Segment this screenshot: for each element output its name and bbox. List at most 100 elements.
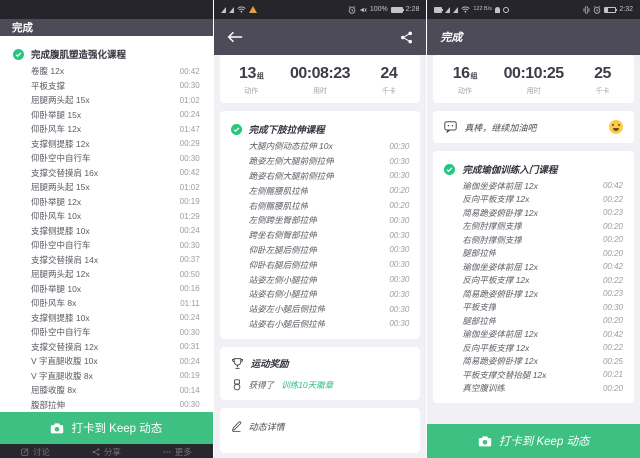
- course-card: 完成瑜伽训练入门课程 瑜伽坐姿体前屈 12x 00:42 反向平板支撑 12x …: [433, 151, 635, 403]
- exercise-row: 仰卧左腿后侧拉伸 00:30: [231, 243, 410, 258]
- exercise-duration: 01:02: [179, 95, 200, 105]
- exercise-duration: 00:22: [602, 275, 624, 285]
- checkin-button[interactable]: 打卡到 Keep 动态: [0, 412, 213, 444]
- medal-icon: [232, 379, 242, 391]
- statusbar: [0, 0, 213, 19]
- exercise-row: 支撑交替摸肩 16x 00:42: [13, 166, 200, 181]
- exercise-row: 平板支撑 00:30: [13, 79, 200, 94]
- exercise-name: 仰卧风车 12x: [31, 124, 82, 135]
- stat-label: 用时: [526, 87, 541, 95]
- exercise-name: 跪姿左侧大腿前侧拉伸: [248, 156, 334, 167]
- course-header: 完成下肢拉伸课程: [230, 119, 410, 139]
- exercise-name: 瑜伽坐姿体前屈 12x: [462, 180, 538, 191]
- exercise-duration: 01:47: [179, 124, 200, 134]
- exercise-duration: 00:20: [602, 383, 624, 393]
- exercise-row: 腿部拉伸 00:20: [444, 247, 623, 261]
- post-details-card[interactable]: 动态详情: [219, 408, 421, 454]
- exercise-name: 右侧髂腰肌拉伸: [248, 200, 309, 211]
- stat-value: 16: [452, 64, 470, 82]
- battery-percent: 100%: [369, 6, 388, 13]
- coach-comment-card: 真棒，继续加油吧: [433, 111, 635, 143]
- exercise-row: 跨坐右侧臀部拉伸 00:30: [231, 228, 410, 243]
- exercise-name: 屈膝收腹 8x: [31, 385, 77, 396]
- exercise-duration: 01:02: [179, 182, 200, 192]
- share-action[interactable]: 分享: [92, 446, 121, 458]
- exercise-name: 腹部拉伸: [31, 399, 66, 410]
- exercise-duration: 00:30: [389, 230, 410, 240]
- share-icon[interactable]: [400, 31, 413, 44]
- alarm-icon: [348, 5, 356, 14]
- exercise-name: 跪姿右侧大腿前侧拉伸: [248, 170, 334, 181]
- exercise-row: 左侧肘撑侧支撑 00:20: [444, 220, 623, 234]
- exercise-name: 仰卧右腿后侧拉伸: [248, 259, 317, 270]
- exercise-row: 瑜伽坐姿体前屈 12x 00:42: [444, 328, 623, 342]
- exercise-row: 仰卧风车 8x 01:11: [13, 296, 200, 311]
- exercise-duration: 00:42: [179, 66, 200, 76]
- exercise-row: 卷腹 12x 00:42: [13, 64, 200, 79]
- exercise-duration: 00:30: [179, 240, 200, 250]
- course-title: 完成下肢拉伸课程: [248, 125, 325, 136]
- exercise-name: 反向平板支撑 12x: [462, 194, 530, 205]
- exercise-name: V 字直腿收腹 8x: [31, 370, 93, 381]
- page-title: 完成: [12, 22, 33, 34]
- discuss-icon: [21, 448, 29, 456]
- exercise-duration: 00:22: [602, 343, 624, 353]
- exercise-name: 支撑侧提膝 12x: [31, 138, 90, 149]
- exercise-duration: 00:30: [179, 327, 200, 337]
- stat-unit: 组: [470, 72, 478, 80]
- exercise-duration: 01:11: [180, 298, 200, 308]
- statusbar: 100% 2:28: [213, 0, 427, 19]
- stat-value: 25: [594, 64, 611, 82]
- exercise-row: 仰卧右腿后侧拉伸 00:30: [231, 257, 410, 272]
- clock-time: 2:32: [619, 6, 634, 13]
- exercise-row: 屈腿两头起 15x 01:02: [13, 180, 200, 195]
- more-action[interactable]: 更多: [163, 446, 192, 458]
- exercise-row: 站姿右侧小腿拉伸 00:30: [231, 287, 410, 302]
- discuss-action[interactable]: 讨论: [21, 446, 50, 458]
- alarm-icon: [593, 5, 601, 14]
- exercise-row: 站姿左小腿后侧拉伸 00:30: [231, 302, 410, 317]
- exercise-row: 支撑交替摸肩 12x 00:31: [13, 340, 200, 355]
- stat-duration: 00:10:25 用时: [492, 65, 575, 96]
- camera-icon: [50, 422, 64, 434]
- warning-icon: [248, 6, 257, 13]
- exercise-name: 仰卧空中自行车: [31, 327, 91, 338]
- app-notification-icon: [503, 6, 509, 13]
- stat-label: 千卡: [595, 87, 610, 95]
- course-header: 完成瑜伽训练入门课程: [444, 159, 623, 179]
- exercise-duration: 00:30: [389, 171, 410, 181]
- exercise-list: 瑜伽坐姿体前屈 12x 00:42 反向平板支撑 12x 00:22 简易跪姿俯…: [444, 179, 623, 395]
- network-speed: 122 B/s: [473, 5, 492, 12]
- exercise-row: 支撑交替摸肩 14x 00:37: [13, 253, 200, 268]
- more-label: 更多: [174, 447, 192, 457]
- exercise-row: 右侧肘撑侧支撑 00:20: [444, 233, 623, 247]
- notification-icon: [495, 6, 500, 13]
- exercise-duration: 00:50: [179, 269, 200, 279]
- appbar: 完成: [0, 19, 213, 36]
- exercise-duration: 00:30: [602, 302, 624, 312]
- exercise-duration: 00:31: [179, 342, 200, 352]
- stat-moves: 16组 动作: [437, 65, 492, 96]
- stats-card: 16组 动作 00:10:25 用时 25 千卡: [433, 55, 635, 103]
- exercise-duration: 00:16: [179, 284, 200, 294]
- exercise-name: 仰卧空中自行车: [31, 240, 91, 251]
- exercise-row: 真空腹训练 00:20: [444, 382, 623, 396]
- exercise-name: 卷腹 12x: [31, 66, 65, 77]
- award-row: 获得了 训练10天徽章: [231, 379, 410, 391]
- exercise-name: 仰卧空中自行车: [31, 153, 91, 164]
- back-arrow-icon[interactable]: [227, 31, 243, 43]
- exercise-row: 支撑侧提膝 10x 00:24: [13, 224, 200, 239]
- appbar: [213, 19, 427, 55]
- exercise-name: 简易跪姿俯卧撑 12x: [462, 356, 538, 367]
- checkin-button[interactable]: 打卡到 Keep 动态: [427, 424, 640, 458]
- badge-link[interactable]: 训练10天徽章: [281, 379, 333, 391]
- screen-left: 完成 完成腹肌塑造强化课程 卷腹 12x 00:42 平板支撑 00:30 屈腿…: [0, 0, 213, 458]
- exercise-name: 支撑交替摸肩 16x: [31, 167, 99, 178]
- exercise-duration: 00:20: [602, 221, 624, 231]
- exercise-duration: 00:19: [179, 371, 200, 381]
- exercise-duration: 00:20: [389, 186, 410, 196]
- exercise-duration: 00:14: [179, 385, 200, 395]
- exercise-row: 简易跪姿俯卧撑 12x 00:25: [444, 355, 623, 369]
- exercise-duration: 00:30: [389, 289, 410, 299]
- stat-label: 动作: [244, 87, 259, 95]
